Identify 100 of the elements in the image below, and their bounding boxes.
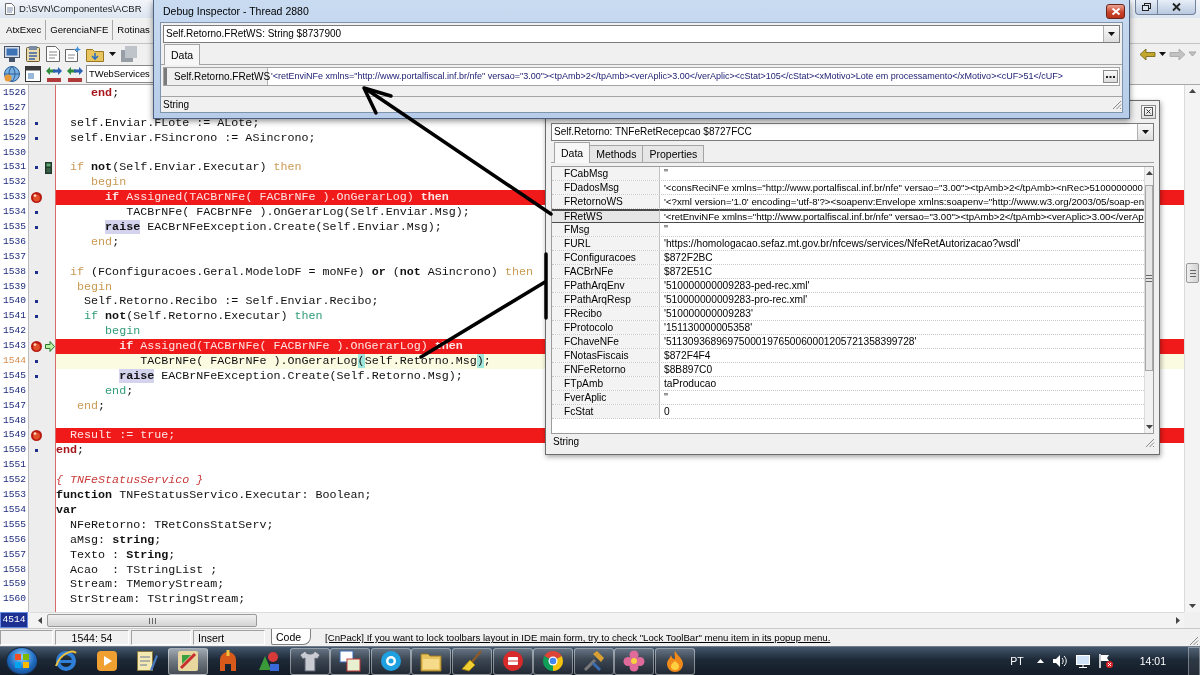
document-icon[interactable] — [46, 46, 60, 62]
property-row[interactable]: FACBrNFe $872E51C — [552, 265, 1144, 279]
scroll-thumb[interactable] — [1145, 185, 1153, 371]
property-name: FRetornoWS — [552, 195, 660, 208]
property-row[interactable]: FNotasFiscais $872F4F4 — [552, 349, 1144, 363]
taskbar-button[interactable] — [167, 647, 208, 675]
ellipsis-button[interactable] — [1103, 70, 1118, 83]
tab[interactable]: AtxExec — [2, 20, 47, 40]
clipboard-icon[interactable] — [25, 46, 41, 62]
property-row[interactable]: FRetornoWS '<?xml version='1.0' encoding='utf-8'?><soapenv:Envelope xmlns:soapenv="http://www.w3.org/2003/05/soap-en — [552, 195, 1144, 209]
property-name: FRetWS — [552, 209, 660, 223]
down-caret-icon — [1189, 604, 1196, 608]
tab[interactable]: Methods — [589, 145, 644, 162]
tile-icon — [176, 650, 199, 672]
overlapping-windows-icon — [339, 650, 362, 672]
line-number: 1552 — [1, 473, 27, 488]
property-row[interactable]: FDadosMsg '<consReciNFe xmlns="http://www.portalfiscal.inf.br/nfe" versao="3.00"><tpAmb>2</tpAmb><nRec>5100000000 — [552, 181, 1144, 195]
document-sparkle-icon[interactable] — [65, 46, 81, 62]
property-row[interactable]: FTpAmb taProducao — [552, 377, 1144, 391]
editor-mode: Insert — [193, 630, 265, 645]
tab[interactable]: Data — [554, 142, 591, 163]
property-row[interactable]: FProtocolo '151130000005358' — [552, 321, 1144, 335]
property-value: '' — [663, 223, 669, 236]
taskbar-button[interactable] — [289, 647, 330, 675]
caret-icon[interactable] — [1159, 52, 1166, 56]
tab[interactable]: Code — [271, 629, 312, 645]
close-button[interactable] — [1158, 0, 1196, 15]
taskbar-button[interactable] — [654, 647, 695, 675]
taskbar-button[interactable] — [573, 647, 614, 675]
close-button[interactable] — [1141, 104, 1156, 119]
expression-combo[interactable]: Self.Retorno.FRetWS: String $8737900 — [163, 25, 1120, 43]
monitor-icon[interactable] — [1075, 654, 1090, 668]
arrow-icon — [45, 341, 55, 353]
code-line: if (FConfiguracoes.Geral.ModeloDF = moNFe) or (not ASincrono) then — [69, 264, 533, 280]
ellipsis-icon — [1106, 75, 1115, 78]
property-name: FcStat — [552, 405, 660, 418]
swap-arrows-icon[interactable] — [67, 66, 83, 82]
property-name: FMsg — [552, 223, 660, 236]
code-line: end; — [90, 234, 120, 250]
flag-icon[interactable] — [1098, 654, 1113, 668]
tab[interactable]: Data — [164, 44, 201, 65]
taskbar-button[interactable] — [330, 647, 371, 675]
globe-icon[interactable] — [4, 66, 20, 82]
taskbar-button[interactable] — [411, 647, 452, 675]
window-title: Debug Inspector - Thread 2880 — [163, 4, 309, 18]
status-panel — [131, 630, 191, 645]
property-name: FACBrNFe — [552, 265, 660, 278]
tab[interactable]: Properties — [642, 145, 705, 162]
tab[interactable]: GerenciaNFE — [46, 20, 114, 40]
scrollbar[interactable] — [1184, 85, 1200, 612]
scroll-thumb[interactable] — [47, 614, 257, 627]
left-arrow-icon[interactable] — [1140, 48, 1155, 60]
window-icon[interactable] — [25, 66, 41, 82]
up-caret-icon[interactable] — [1036, 659, 1044, 663]
property-row[interactable]: FcStat 0 — [552, 405, 1144, 419]
property-row[interactable]: FRecibo '510000000009283' — [552, 307, 1144, 321]
property-row[interactable]: FConfiguracoes $872F2BC — [552, 251, 1144, 265]
hint-link[interactable]: [CnPack] If you want to lock toolbars layout in IDE main form, try to check "Lock ToolBar" menu item in its popup menu. — [325, 630, 831, 645]
clock[interactable]: 14:01 — [1139, 654, 1166, 668]
folder-icon — [420, 650, 443, 672]
scroll-thumb[interactable] — [1186, 263, 1199, 283]
show-desktop-button[interactable] — [1188, 646, 1200, 675]
squares-icon — [15, 654, 29, 668]
monitor-icon[interactable] — [4, 46, 20, 62]
taskbar-button[interactable] — [614, 647, 655, 675]
taskbar-button[interactable] — [451, 647, 492, 675]
caret-icon[interactable] — [109, 52, 116, 56]
up-caret-icon — [1189, 89, 1196, 93]
taskbar-button[interactable] — [370, 647, 411, 675]
dropdown-button[interactable] — [1103, 26, 1119, 42]
code-line: raise EACBrNFeException.Create(Self.Enviar.Msg); — [104, 220, 442, 235]
property-row[interactable]: FURL 'https://homologacao.sefaz.mt.gov.br/nfcews/services/NfeRetAutorizacao?wsdl' — [552, 237, 1144, 251]
close-icon — [1172, 3, 1181, 11]
property-name: FConfiguracoes — [552, 251, 660, 264]
folder-icon[interactable] — [86, 46, 104, 62]
speaker-icon[interactable] — [1052, 655, 1067, 667]
property-row[interactable]: FNFeRetorno $8B897C0 — [552, 363, 1144, 377]
property-row[interactable]: FCabMsg '' — [552, 167, 1144, 181]
swap-arrows-icon[interactable] — [46, 66, 62, 82]
property-row[interactable]: FPathArqResp '510000000009283-pro-rec.xml' — [552, 293, 1144, 307]
scrollbar[interactable] — [30, 612, 1184, 628]
property-row[interactable]: FPathArqEnv '510000000009283-ped-rec.xml' — [552, 279, 1144, 293]
close-button[interactable] — [1106, 3, 1125, 19]
property-row[interactable]: FMsg '' — [552, 223, 1144, 237]
restore-button[interactable] — [1135, 0, 1158, 15]
shirt-icon — [298, 650, 321, 672]
code-line: Self.Retorno.Recibo := Self.Enviar.Recibo; — [83, 294, 379, 310]
property-row[interactable]: FChaveNFe '51130936896975000197650060001205721358399728' — [552, 335, 1144, 349]
dropdown-button[interactable] — [1137, 124, 1153, 140]
property-row[interactable]: FverAplic '' — [552, 391, 1144, 405]
taskbar-button[interactable] — [533, 647, 574, 675]
taskbar-button[interactable] — [492, 647, 533, 675]
start-button[interactable] — [6, 647, 38, 675]
property-row[interactable]: FRetWS '<retEnviNFe xmlns="http://www.portalfiscal.inf.br/nfe" versao="3.00"><tpAmb>2</tpAmb><verAplic>3.00</verAp — [552, 209, 1144, 223]
code-line: end; — [56, 443, 85, 459]
expression-combo[interactable]: Self.Retorno: TNFeRetRecepcao $8727FCC — [551, 123, 1154, 141]
property-name: FProtocolo — [552, 321, 660, 334]
scrollbar[interactable] — [1144, 167, 1153, 433]
language-indicator[interactable]: PT — [1010, 654, 1024, 668]
line-number: 1534 — [1, 205, 27, 220]
